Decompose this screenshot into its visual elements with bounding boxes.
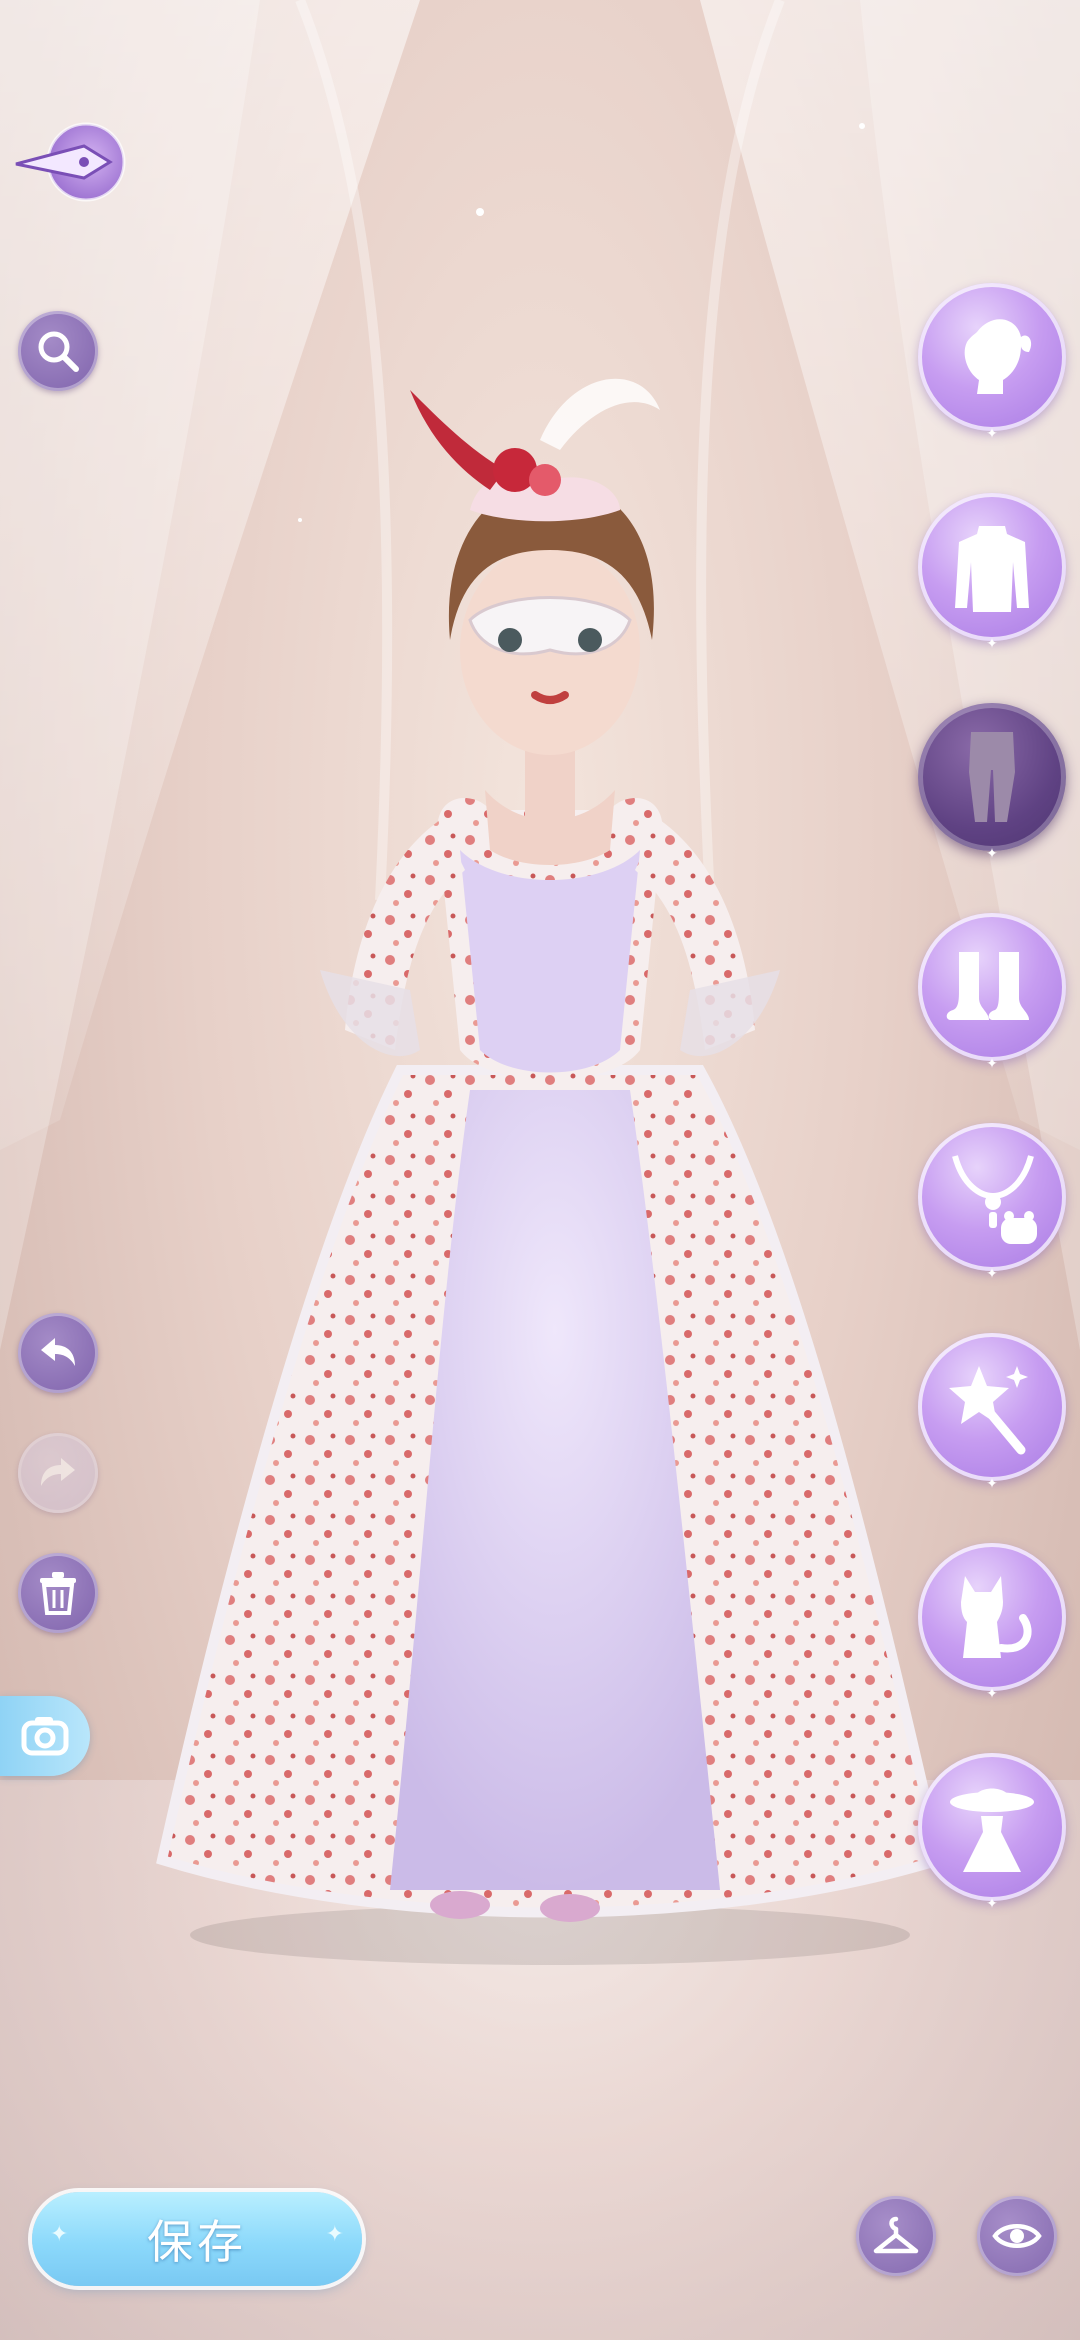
category-outfit-button[interactable]: ✦ xyxy=(918,1753,1066,1911)
star-icon: ✦ xyxy=(986,1266,998,1282)
star-icon: ✦ xyxy=(986,426,998,442)
pen-tool-button[interactable] xyxy=(14,118,132,206)
top-clothing-icon xyxy=(955,526,1029,612)
category-hair-button[interactable]: ✦ xyxy=(918,283,1066,441)
undo-icon xyxy=(41,1338,75,1366)
star-icon: ✦ xyxy=(986,1476,998,1492)
category-accessories-button[interactable]: ✦ xyxy=(918,1123,1066,1281)
category-shoes-button[interactable]: ✦ xyxy=(918,913,1066,1071)
hairstyle-icon xyxy=(964,319,1032,394)
undo-button[interactable] xyxy=(18,1313,98,1393)
save-button-label: 保存 xyxy=(147,2215,247,2269)
star-icon: ✦ xyxy=(986,1686,998,1702)
redo-icon xyxy=(41,1458,75,1486)
sparkle-icon: ✦ xyxy=(325,2222,344,2247)
save-button[interactable]: ✦ 保存 ✦ xyxy=(32,2192,362,2286)
search-button[interactable] xyxy=(18,311,98,391)
shoes-icon xyxy=(946,952,1029,1020)
category-bottom-button[interactable]: ✦ xyxy=(918,703,1066,861)
avatar-character xyxy=(156,378,946,1965)
star-icon: ✦ xyxy=(986,846,998,862)
magic-wand-icon xyxy=(949,1366,1028,1455)
dress-hat-icon xyxy=(950,1788,1034,1872)
category-top-button[interactable]: ✦ xyxy=(918,493,1066,651)
cat-icon xyxy=(961,1576,1032,1658)
search-icon xyxy=(38,331,79,372)
jewelry-bag-icon xyxy=(952,1155,1037,1244)
category-pet-button[interactable]: ✦ xyxy=(918,1543,1066,1701)
sparkle-icon: ✦ xyxy=(50,2222,69,2247)
star-icon: ✦ xyxy=(986,636,998,652)
trash-icon xyxy=(40,1572,76,1615)
pen-nib-icon xyxy=(15,122,126,202)
legwear-icon xyxy=(969,732,1015,822)
category-wand-button[interactable]: ✦ xyxy=(918,1333,1066,1491)
camera-button[interactable] xyxy=(0,1696,90,1776)
redo-button[interactable] xyxy=(18,1433,98,1513)
star-icon: ✦ xyxy=(986,1896,998,1912)
star-icon: ✦ xyxy=(986,1056,998,1072)
wardrobe-button[interactable] xyxy=(856,2196,936,2276)
eye-icon xyxy=(992,2224,1042,2248)
preview-button[interactable] xyxy=(977,2196,1057,2276)
delete-button[interactable] xyxy=(18,1553,98,1633)
hanger-icon xyxy=(873,2216,919,2254)
camera-icon xyxy=(21,1717,69,1756)
